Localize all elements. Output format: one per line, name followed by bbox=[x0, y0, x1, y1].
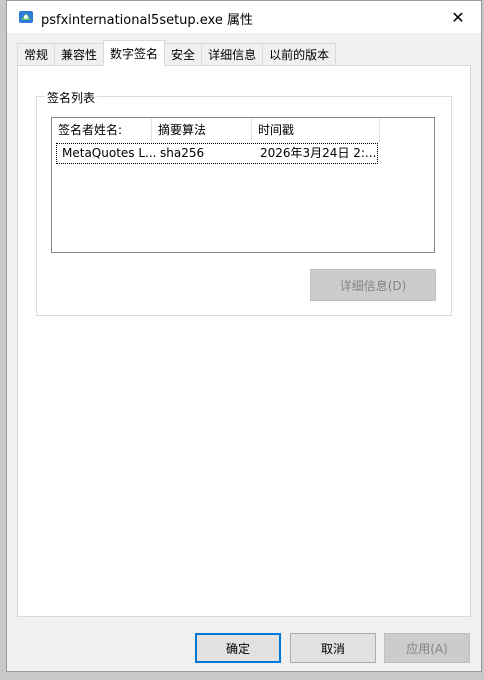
tab-general[interactable]: 常规 bbox=[17, 43, 56, 65]
signer-name: MetaQuotes L... bbox=[62, 146, 156, 160]
tab-previous-versions[interactable]: 以前的版本 bbox=[262, 43, 337, 65]
tab-details[interactable]: 详细信息 bbox=[201, 43, 264, 65]
digest-algorithm: sha256 bbox=[160, 146, 205, 160]
properties-window: psfxinternational5setup.exe 属性 ✕ 常规 兼容性 … bbox=[6, 0, 482, 672]
close-icon: ✕ bbox=[451, 7, 465, 27]
installer-app-icon bbox=[19, 11, 33, 23]
ok-button[interactable]: 确定 bbox=[195, 633, 281, 663]
close-button[interactable]: ✕ bbox=[435, 1, 481, 33]
apply-button[interactable]: 应用(A) bbox=[384, 633, 470, 663]
timestamp: 2026年3月24日 2:... bbox=[260, 146, 377, 160]
tab-strip: 常规 兼容性 数字签名 安全 详细信息 以前的版本 bbox=[17, 40, 337, 66]
tab-compatibility[interactable]: 兼容性 bbox=[54, 43, 105, 65]
tab-security[interactable]: 安全 bbox=[164, 43, 203, 65]
group-label: 签名列表 bbox=[45, 89, 98, 106]
digital-signatures-panel: 签名列表 签名者姓名: 摘要算法 时间戳 MetaQuotes L... sha… bbox=[17, 65, 471, 617]
title-bar[interactable]: psfxinternational5setup.exe 属性 ✕ bbox=[7, 1, 481, 33]
column-header-signer[interactable]: 签名者姓名: bbox=[52, 118, 152, 142]
details-button[interactable]: 详细信息(D) bbox=[310, 269, 436, 301]
column-header-timestamp[interactable]: 时间戳 bbox=[252, 118, 380, 142]
signature-list[interactable]: 签名者姓名: 摘要算法 时间戳 MetaQuotes L... sha256 2… bbox=[51, 117, 435, 253]
tab-digital-signatures[interactable]: 数字签名 bbox=[103, 40, 166, 66]
signature-list-group: 签名列表 签名者姓名: 摘要算法 时间戳 MetaQuotes L... sha… bbox=[36, 89, 452, 316]
list-header: 签名者姓名: 摘要算法 时间戳 bbox=[52, 118, 434, 142]
cancel-button[interactable]: 取消 bbox=[290, 633, 376, 663]
window-title: psfxinternational5setup.exe 属性 bbox=[41, 13, 253, 28]
column-header-digest[interactable]: 摘要算法 bbox=[152, 118, 252, 142]
list-item[interactable]: MetaQuotes L... sha256 2026年3月24日 2:... bbox=[56, 143, 378, 164]
